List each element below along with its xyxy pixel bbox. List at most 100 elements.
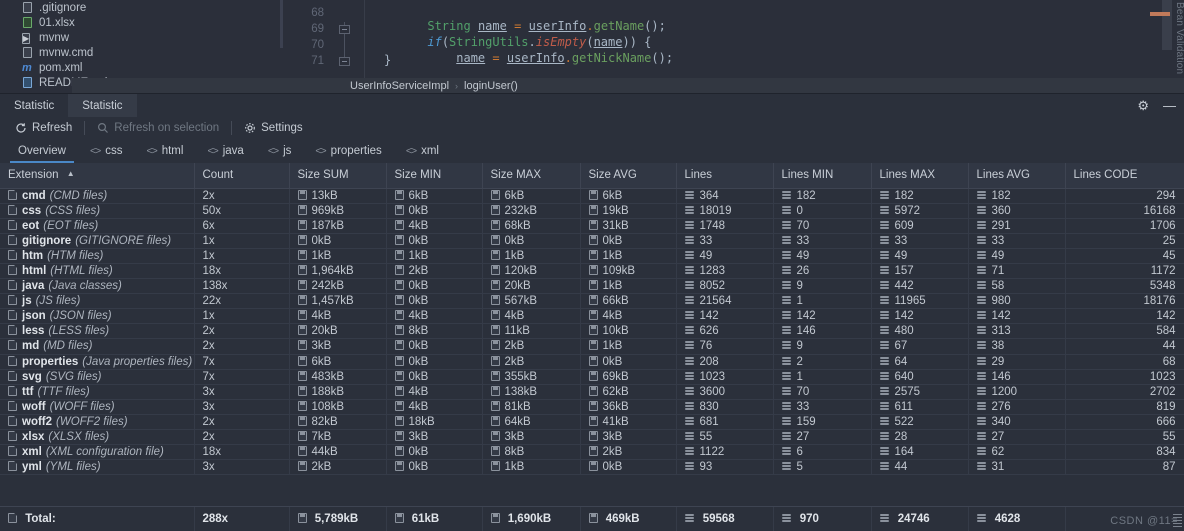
save-file-icon [297,461,307,472]
lines-icon [781,431,792,441]
table-row[interactable]: java (Java classes) 138x 242kB 0kB 20kB 1kB 805… [0,278,1184,295]
table-row[interactable]: woff (WOFF files) 3x 108kB 4kB 81kB 36kB 830 33 6… [0,399,1184,415]
lines-icon [684,461,695,471]
gear-icon[interactable]: ⚙ [1137,99,1149,112]
table-row[interactable]: css (CSS files) 50x 969kB 0kB 232kB 19kB 18019 0… [0,203,1184,219]
cell-size-min: 0kB [386,369,483,385]
table-row[interactable]: svg (SVG files) 7x 483kB 0kB 355kB 69kB 1023 1 64… [0,369,1184,385]
file-icon [8,461,17,472]
table-row[interactable]: woff2 (WOFF2 files) 2x 82kB 18kB 64kB 41kB 681 1… [0,414,1184,431]
column-header-size-max[interactable]: Size MAX [482,163,581,189]
table-row[interactable]: ttf (TTF files) 3x 188kB 4kB 138kB 62kB 3600 70 2… [0,384,1184,400]
lines-icon [684,513,695,523]
fold-collapse-icon[interactable] [339,25,350,34]
refresh-on-selection-button[interactable]: Refresh on selection [88,118,228,138]
lines-code-value: 87 [1162,461,1176,474]
column-header-count[interactable]: Count [194,163,290,189]
tab-statistic-2[interactable]: Statistic [68,94,137,117]
scrollbar-error-marker[interactable] [1150,12,1170,16]
size-min-value: 4kB [408,219,429,232]
cell-count: 7x [194,369,290,385]
table-row[interactable]: json (JSON files) 1x 4kB 4kB 4kB 4kB 142 142 142 1… [0,308,1184,325]
settings-button[interactable]: Settings [235,118,312,138]
tab-html[interactable]: <> html [134,139,195,163]
breadcrumb[interactable]: UserInfoServiceImpl › loginUser() [72,78,1184,93]
lines-icon [879,220,890,230]
tab-js[interactable]: <> js [256,139,304,163]
list-item[interactable]: m pom.xml [0,60,264,75]
lines-avg-value: 276 [991,400,1011,413]
table-row[interactable]: gitignore (GITIGNORE files) 1x 0kB 0kB 0kB 0kB… [0,233,1184,249]
line-number: 69 [311,23,324,35]
minimize-icon[interactable]: — [1163,99,1176,112]
column-header-lines-max[interactable]: Lines MAX [871,163,969,189]
refresh-button[interactable]: Refresh [6,118,81,138]
fold-collapse-icon[interactable] [339,57,350,66]
table-row[interactable]: yml (YML files) 3x 2kB 0kB 1kB 0kB 93 5 44 31 87 [0,459,1184,476]
statistics-table-scroll[interactable]: Extension ▲ Count Size SUM Size MIN Size… [0,163,1184,531]
table-header-row: Extension ▲ Count Size SUM Size MIN Size… [0,163,1184,189]
table-row[interactable]: htm (HTM files) 1x 1kB 1kB 1kB 1kB 49 49 49 49 45 [0,248,1184,264]
size-max-value: 567kB [504,295,538,308]
cell-size-min: 0kB [386,459,483,476]
angle-brackets-icon: <> [89,145,101,157]
list-item[interactable]: .gitignore [0,0,264,15]
column-header-extension[interactable]: Extension ▲ [0,163,195,189]
column-header-lines[interactable]: Lines [676,163,774,189]
statistic-tool-window: Statistic Statistic ⚙ — Refresh Refresh … [0,93,1184,531]
lines-icon [684,205,695,215]
column-header-lines-avg[interactable]: Lines AVG [968,163,1066,189]
cell-lines-min: 27 [773,429,872,446]
lines-max-value: 480 [894,325,914,338]
table-row: Total: 288x 5,789kB 61kB 1,690kB 469kB 5… [0,507,1184,531]
tab-properties[interactable]: <> properties [303,139,393,163]
editor-scrollbar[interactable] [1162,0,1172,50]
extension-name: less [22,325,45,338]
lines-min-value: 49 [796,249,810,262]
size-max-value: 2kB [504,355,525,368]
cell-lines: 8052 [676,278,774,295]
count-value: 1x [202,234,215,247]
tab-css[interactable]: <> css [78,139,135,163]
table-row[interactable]: xlsx (XLSX files) 2x 7kB 3kB 3kB 3kB 55 27 28 27 55 [0,429,1184,446]
cell-size-sum: 1,964kB [289,263,387,280]
save-file-icon [588,295,598,306]
tab-xml[interactable]: <> xml [394,139,451,163]
list-item[interactable]: ▶ mvnw [0,30,264,45]
column-header-lines-min[interactable]: Lines MIN [773,163,872,189]
lines-code-value: 18176 [1143,295,1176,308]
list-item-label: .gitignore [39,1,87,14]
table-row[interactable]: properties (Java properties files) 7x 6kB 0k… [0,354,1184,370]
resize-grip-icon[interactable] [1173,514,1182,528]
save-file-icon [297,249,307,260]
table-row[interactable]: cmd (CMD files) 2x 13kB 6kB 6kB 6kB 364 182 182 18… [0,188,1184,204]
table-row[interactable]: xml (XML configuration file) 18x 44kB 0kB 8kB… [0,444,1184,461]
breadcrumb-method[interactable]: loginUser() [464,80,518,92]
lines-avg-value: 31 [991,461,1005,474]
breadcrumb-class[interactable]: UserInfoServiceImpl [350,80,449,92]
size-sum-value: 44kB [311,446,338,459]
column-header-size-sum[interactable]: Size SUM [289,163,387,189]
table-row[interactable]: eot (EOT files) 6x 187kB 4kB 68kB 31kB 1748 70 60… [0,218,1184,234]
list-item[interactable]: mvnw.cmd [0,45,264,60]
lines-icon [684,416,695,426]
lines-icon [879,190,890,200]
column-header-size-avg[interactable]: Size AVG [580,163,677,189]
save-file-icon [588,265,598,276]
list-item[interactable]: 01.xlsx [0,15,264,30]
table-row[interactable]: js (JS files) 22x 1,457kB 0kB 567kB 66kB 21564 1… [0,293,1184,310]
file-icon [8,325,17,336]
column-header-lines-code[interactable]: Lines CODE [1065,163,1184,189]
table-row[interactable]: html (HTML files) 18x 1,964kB 2kB 120kB 109kB 1… [0,263,1184,280]
save-file-icon [588,280,598,291]
tab-statistic-1[interactable]: Statistic [0,94,68,117]
code-folding-gutter[interactable] [336,0,354,78]
tab-java[interactable]: <> java [195,139,255,163]
table-row[interactable]: md (MD files) 2x 3kB 0kB 2kB 1kB 76 9 67 38 44 [0,338,1184,355]
table-row[interactable]: less (LESS files) 2x 20kB 8kB 11kB 10kB 626 146 4… [0,323,1184,340]
cell-extension: html (HTML files) [0,263,195,280]
cell-size-min: 0kB [386,338,483,355]
cell-size-min: 8kB [386,323,483,340]
column-header-size-min[interactable]: Size MIN [386,163,483,189]
tab-overview[interactable]: Overview [6,139,78,163]
